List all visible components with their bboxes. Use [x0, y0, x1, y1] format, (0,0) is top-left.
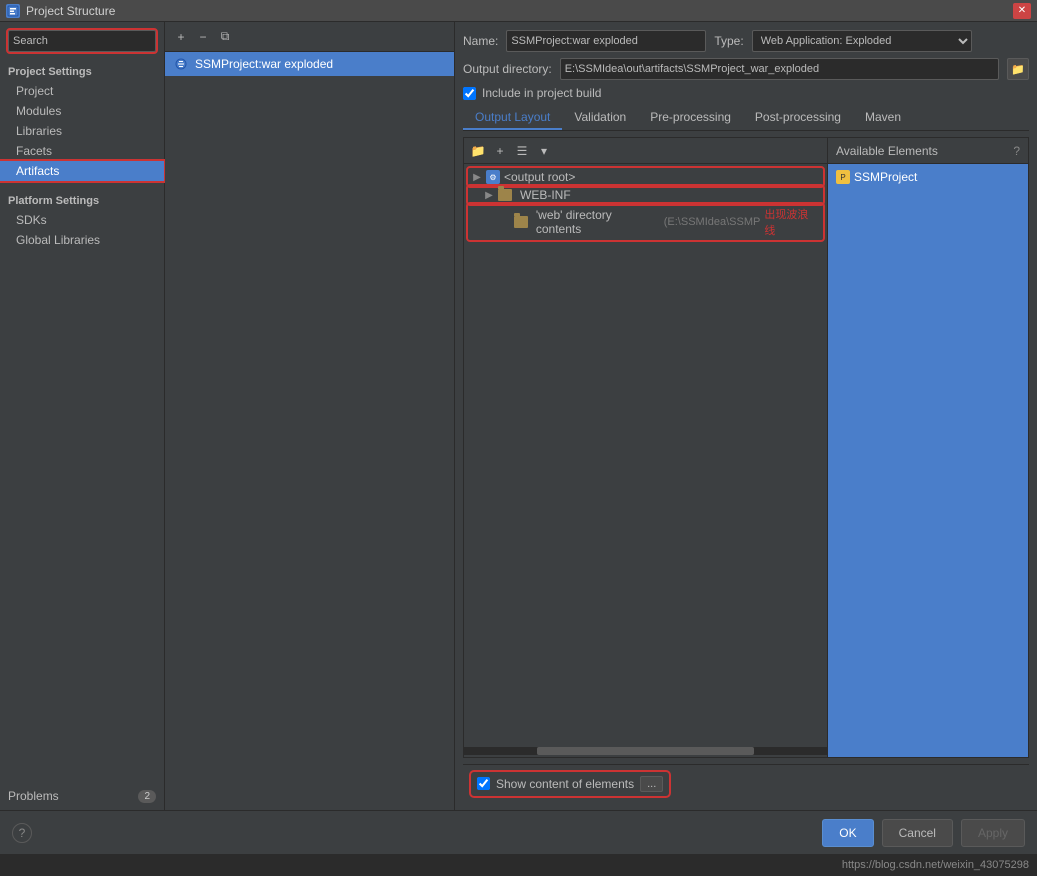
- platform-settings-header: Platform Settings: [0, 189, 164, 210]
- artifact-list-item[interactable]: SSMProject:war exploded: [165, 52, 454, 76]
- ok-button[interactable]: OK: [822, 819, 873, 847]
- output-dir-row: Output directory: 📁: [463, 58, 1029, 80]
- name-type-row: Name: Type: Web Application: Exploded: [463, 30, 1029, 52]
- content-area: + − ⧉ SSMProject:war exploded Name: T: [165, 22, 1037, 810]
- main-container: Project Settings Project Modules Librari…: [0, 22, 1037, 810]
- cancel-button[interactable]: Cancel: [882, 819, 953, 847]
- help-icon[interactable]: ?: [1013, 144, 1020, 158]
- sidebar-item-facets[interactable]: Facets: [0, 141, 164, 161]
- tree-tool-folder[interactable]: 📁: [468, 142, 488, 160]
- available-item-label: SSMProject: [854, 170, 917, 184]
- bottom-section: Show content of elements ...: [463, 764, 1029, 802]
- help-button[interactable]: ?: [12, 823, 32, 843]
- sidebar-item-sdks[interactable]: SDKs: [0, 210, 164, 230]
- tree-item-suffix-webdir: (E:\SSMIdea\SSMP: [664, 216, 761, 228]
- window-title: Project Structure: [26, 4, 115, 18]
- artifact-section: + − ⧉ SSMProject:war exploded: [165, 22, 455, 810]
- tab-post-processing[interactable]: Post-processing: [743, 106, 853, 130]
- include-in-build-label: Include in project build: [482, 86, 601, 100]
- output-dir-input[interactable]: [560, 58, 999, 80]
- show-content-label: Show content of elements: [496, 777, 634, 791]
- name-label: Name:: [463, 34, 498, 48]
- tree-item-label-root: <output root>: [504, 170, 575, 184]
- window-controls: ✕: [1013, 3, 1031, 19]
- available-header: Available Elements ?: [828, 138, 1028, 164]
- status-bar: https://blog.csdn.net/weixin_43075298: [0, 854, 1037, 876]
- tabs-bar: Output Layout Validation Pre-processing …: [463, 106, 1029, 131]
- project-settings-header: Project Settings: [0, 60, 164, 81]
- type-label: Type:: [714, 34, 743, 48]
- artifact-icon: [173, 56, 189, 72]
- tree-content: ▶ ⚙ <output root> ▶ WEB-INF: [464, 164, 827, 745]
- horizontal-scrollbar[interactable]: [464, 747, 827, 755]
- available-panel: Available Elements ? P SSMProject: [828, 138, 1028, 757]
- sidebar-item-artifacts[interactable]: Artifacts: [0, 161, 164, 181]
- close-button[interactable]: ✕: [1013, 3, 1031, 19]
- tree-item-webinf[interactable]: ▶ WEB-INF: [468, 186, 823, 204]
- tree-item-label-webdir: 'web' directory contents: [536, 208, 660, 236]
- action-bar-right: OK Cancel Apply: [822, 819, 1025, 847]
- tree-tool-list[interactable]: ☰: [512, 142, 532, 160]
- expand-icon-webinf: ▶: [484, 190, 494, 200]
- action-bar: ? OK Cancel Apply: [0, 810, 1037, 854]
- status-url: https://blog.csdn.net/weixin_43075298: [842, 859, 1029, 871]
- show-content-checkbox[interactable]: [477, 777, 490, 790]
- add-artifact-button[interactable]: +: [171, 28, 191, 46]
- tree-item-label-webinf: WEB-INF: [520, 188, 571, 202]
- sidebar-item-problems[interactable]: Problems 2: [0, 786, 164, 806]
- sidebar-item-project[interactable]: Project: [0, 81, 164, 101]
- include-in-build-checkbox[interactable]: [463, 87, 476, 100]
- sidebar-item-global-libraries[interactable]: Global Libraries: [0, 230, 164, 250]
- right-panel: Name: Type: Web Application: Exploded Ou…: [455, 22, 1037, 810]
- problems-badge: 2: [138, 790, 156, 803]
- type-select[interactable]: Web Application: Exploded: [752, 30, 972, 52]
- tree-toolbar: 📁 + ☰ ▾: [464, 138, 827, 164]
- name-input[interactable]: [506, 30, 706, 52]
- tab-validation[interactable]: Validation: [562, 106, 638, 130]
- sidebar-item-libraries[interactable]: Libraries: [0, 121, 164, 141]
- content-split: + − ⧉ SSMProject:war exploded Name: T: [165, 22, 1037, 810]
- wavy-annotation: 出现波浪线: [764, 206, 819, 238]
- copy-artifact-button[interactable]: ⧉: [215, 28, 235, 46]
- output-layout-container: 📁 + ☰ ▾ ▶ ⚙ <output root>: [463, 137, 1029, 758]
- output-tree-panel: 📁 + ☰ ▾ ▶ ⚙ <output root>: [464, 138, 828, 757]
- available-item-ssm[interactable]: P SSMProject: [832, 168, 1024, 186]
- expand-icon: ▶: [472, 172, 482, 182]
- folder-icon-webdir: [514, 216, 528, 228]
- tree-item-output-root[interactable]: ▶ ⚙ <output root>: [468, 168, 823, 186]
- expand-icon-webdir: [500, 217, 510, 227]
- tree-tool-add[interactable]: +: [490, 142, 510, 160]
- project-icon: P: [836, 170, 850, 184]
- scrollbar-thumb: [537, 747, 755, 755]
- browse-dir-button[interactable]: 📁: [1007, 58, 1029, 80]
- apply-button[interactable]: Apply: [961, 819, 1025, 847]
- tab-maven[interactable]: Maven: [853, 106, 913, 130]
- output-root-icon: ⚙: [486, 170, 500, 184]
- tab-pre-processing[interactable]: Pre-processing: [638, 106, 743, 130]
- tab-output-layout[interactable]: Output Layout: [463, 106, 562, 130]
- tree-item-webdir[interactable]: 'web' directory contents (E:\SSMIdea\SSM…: [468, 204, 823, 240]
- title-bar: Project Structure ✕: [0, 0, 1037, 22]
- output-dir-label: Output directory:: [463, 62, 552, 76]
- ellipsis-button[interactable]: ...: [640, 776, 663, 792]
- include-in-build-row: Include in project build: [463, 86, 1029, 100]
- sidebar-item-modules[interactable]: Modules: [0, 101, 164, 121]
- sidebar: Project Settings Project Modules Librari…: [0, 22, 165, 810]
- search-input[interactable]: [13, 35, 151, 47]
- artifact-toolbar: + − ⧉: [165, 22, 454, 52]
- available-content: P SSMProject: [828, 164, 1028, 757]
- tree-tool-dropdown[interactable]: ▾: [534, 142, 554, 160]
- available-elements-label: Available Elements: [836, 144, 938, 158]
- folder-icon-webinf: [498, 189, 512, 201]
- artifact-item-label: SSMProject:war exploded: [195, 57, 333, 71]
- window-icon: [6, 4, 20, 18]
- search-box[interactable]: [8, 30, 156, 52]
- remove-artifact-button[interactable]: −: [193, 28, 213, 46]
- show-content-row: Show content of elements ...: [471, 772, 669, 796]
